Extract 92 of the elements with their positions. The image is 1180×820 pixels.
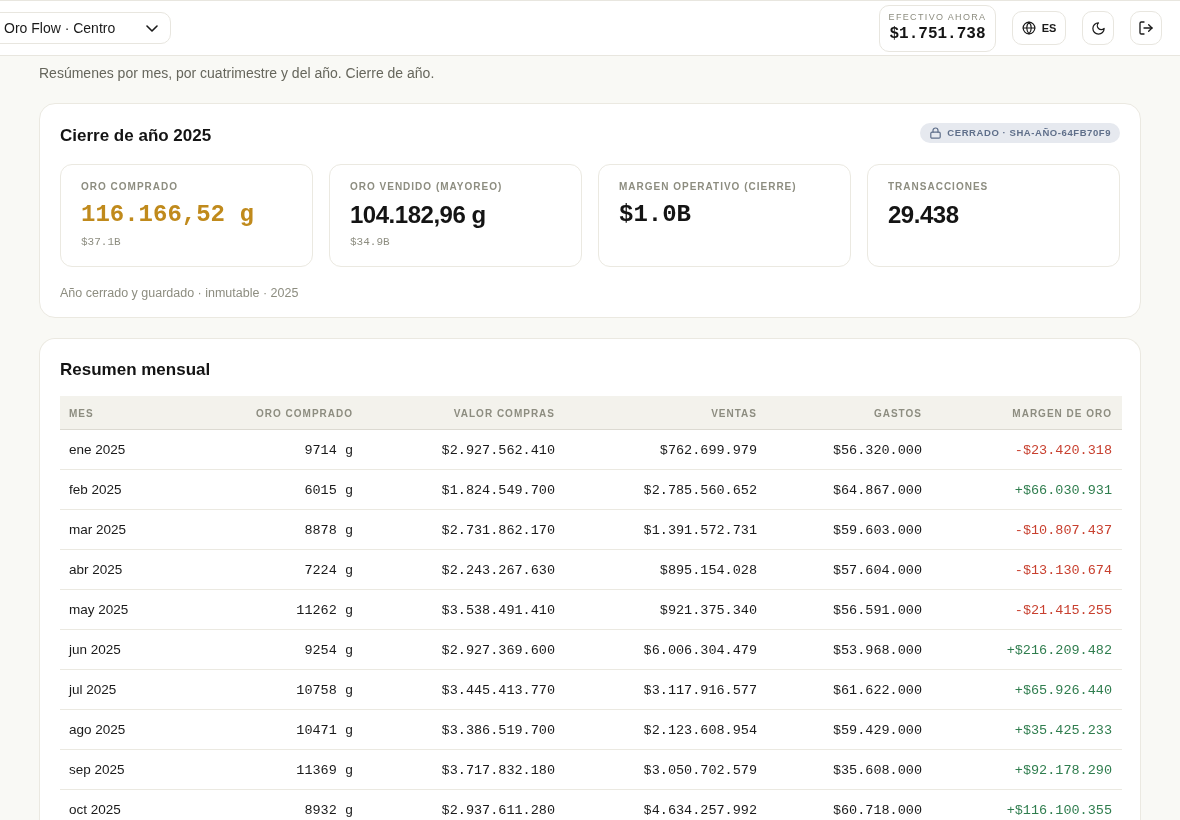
table-cell: $1.391.572.731 <box>643 523 757 538</box>
table-cell: 9714 g <box>304 443 353 458</box>
table-cell: +$116.100.355 <box>1006 803 1112 818</box>
table-cell: +$92.178.290 <box>1014 763 1112 778</box>
table-cell: $895.154.028 <box>659 563 757 578</box>
stat-subvalue: $34.9B <box>350 235 390 250</box>
table-cell: 11369 g <box>296 763 353 778</box>
table-cell: $2.243.267.630 <box>441 563 555 578</box>
lock-icon <box>930 127 942 139</box>
card-title: Resumen mensual <box>60 359 211 381</box>
table-cell: abr 2025 <box>69 562 123 577</box>
table-cell: 11262 g <box>296 603 353 618</box>
table-cell: 10471 g <box>296 723 353 738</box>
table-cell: $61.622.000 <box>832 683 922 698</box>
globe-icon <box>1021 21 1036 35</box>
table-cell: -$13.130.674 <box>1014 563 1112 578</box>
table-cell: feb 2025 <box>69 482 122 497</box>
table-cell: $2.927.369.600 <box>441 643 555 658</box>
table-cell: $921.375.340 <box>659 603 757 618</box>
badge-text: CERRADO · SHA-AÑO-64FB70F9 <box>947 125 1111 140</box>
table-cell: +$66.030.931 <box>1014 483 1112 498</box>
stat-label: TRANSACCIONES <box>888 180 989 194</box>
table-cell: $56.591.000 <box>832 603 922 618</box>
branch-selector[interactable]: Oro Flow · Centro <box>0 12 171 44</box>
table-cell: $3.386.519.700 <box>441 723 555 738</box>
table-cell: $2.937.611.280 <box>441 803 555 818</box>
cash-label: EFECTIVO AHORA <box>888 11 987 23</box>
table-cell: $57.604.000 <box>832 563 922 578</box>
table-cell: $64.867.000 <box>832 483 922 498</box>
table-cell: -$10.807.437 <box>1014 523 1112 538</box>
cash-amount: $1.751.738 <box>889 24 986 45</box>
table-cell: jul 2025 <box>69 682 117 697</box>
table-cell: mar 2025 <box>69 522 127 537</box>
table-cell: ene 2025 <box>69 442 126 457</box>
table-cell: $2.785.560.652 <box>643 483 757 498</box>
table-cell: 7224 g <box>304 563 353 578</box>
table-cell: sep 2025 <box>69 762 125 777</box>
column-header: MARGEN DE ORO <box>1012 408 1112 420</box>
chevron-down-icon <box>146 24 158 32</box>
table-cell: $3.717.832.180 <box>441 763 555 778</box>
card-footnote: Año cerrado y guardado · inmutable · 2025 <box>60 285 299 302</box>
stat-subvalue: $37.1B <box>81 235 121 250</box>
table-cell: +$65.926.440 <box>1014 683 1112 698</box>
stat-value: 104.182,96 g <box>350 200 486 230</box>
table-cell: +$216.209.482 <box>1006 643 1112 658</box>
stat-value: $1.0B <box>619 200 691 230</box>
table-cell: $3.117.916.577 <box>643 683 757 698</box>
column-header: VENTAS <box>711 408 757 420</box>
moon-icon <box>1090 20 1106 36</box>
table-cell: $6.006.304.479 <box>643 643 757 658</box>
table-cell: 8878 g <box>304 523 353 538</box>
table-cell: 9254 g <box>304 643 353 658</box>
table-cell: $762.699.979 <box>659 443 757 458</box>
table-cell: $53.968.000 <box>832 643 922 658</box>
table-cell: -$21.415.255 <box>1014 603 1112 618</box>
stat-label: MARGEN OPERATIVO (CIERRE) <box>619 180 797 194</box>
column-header: MES <box>69 408 94 420</box>
page-subtitle: Resúmenes por mes, por cuatrimestre y del año. Cierre de año. <box>39 64 435 83</box>
column-header: GASTOS <box>873 408 922 420</box>
table-cell: $60.718.000 <box>832 803 922 818</box>
table-cell: $35.608.000 <box>832 763 922 778</box>
table-cell: $59.429.000 <box>832 723 922 738</box>
table-cell: $2.927.562.410 <box>441 443 555 458</box>
table-cell: $1.824.549.700 <box>441 483 555 498</box>
table-cell: $59.603.000 <box>832 523 922 538</box>
stat-value: 29.438 <box>888 200 959 230</box>
table-cell: jun 2025 <box>69 642 121 657</box>
table-cell: -$23.420.318 <box>1014 443 1112 458</box>
logout-button[interactable] <box>1130 11 1162 45</box>
column-header: ORO COMPRADO <box>256 408 353 420</box>
table-cell: 6015 g <box>304 483 353 498</box>
table-cell: $56.320.000 <box>832 443 922 458</box>
dark-mode-toggle[interactable] <box>1082 11 1114 45</box>
table-cell: +$35.425.233 <box>1014 723 1112 738</box>
language-button[interactable]: ES <box>1012 11 1066 45</box>
table-cell: $3.538.491.410 <box>441 603 555 618</box>
card-title: Cierre de año 2025 <box>60 125 212 147</box>
table-cell: may 2025 <box>69 602 129 617</box>
table-cell: ago 2025 <box>69 722 126 737</box>
table-cell: $2.731.862.170 <box>441 523 555 538</box>
table-cell: $3.050.702.579 <box>643 763 757 778</box>
table-cell: $4.634.257.992 <box>643 803 757 818</box>
table-cell: 10758 g <box>296 683 353 698</box>
table-cell: $3.445.413.770 <box>441 683 555 698</box>
column-header: VALOR COMPRAS <box>453 408 555 420</box>
stat-label: ORO VENDIDO (MAYOREO) <box>350 180 503 194</box>
table-cell: $2.123.608.954 <box>643 723 757 738</box>
table-cell: oct 2025 <box>69 802 121 817</box>
stat-value: 116.166,52 g <box>81 200 254 230</box>
table-cell: 8932 g <box>304 803 353 818</box>
stat-label: ORO COMPRADO <box>81 180 178 194</box>
logout-icon <box>1138 20 1154 36</box>
